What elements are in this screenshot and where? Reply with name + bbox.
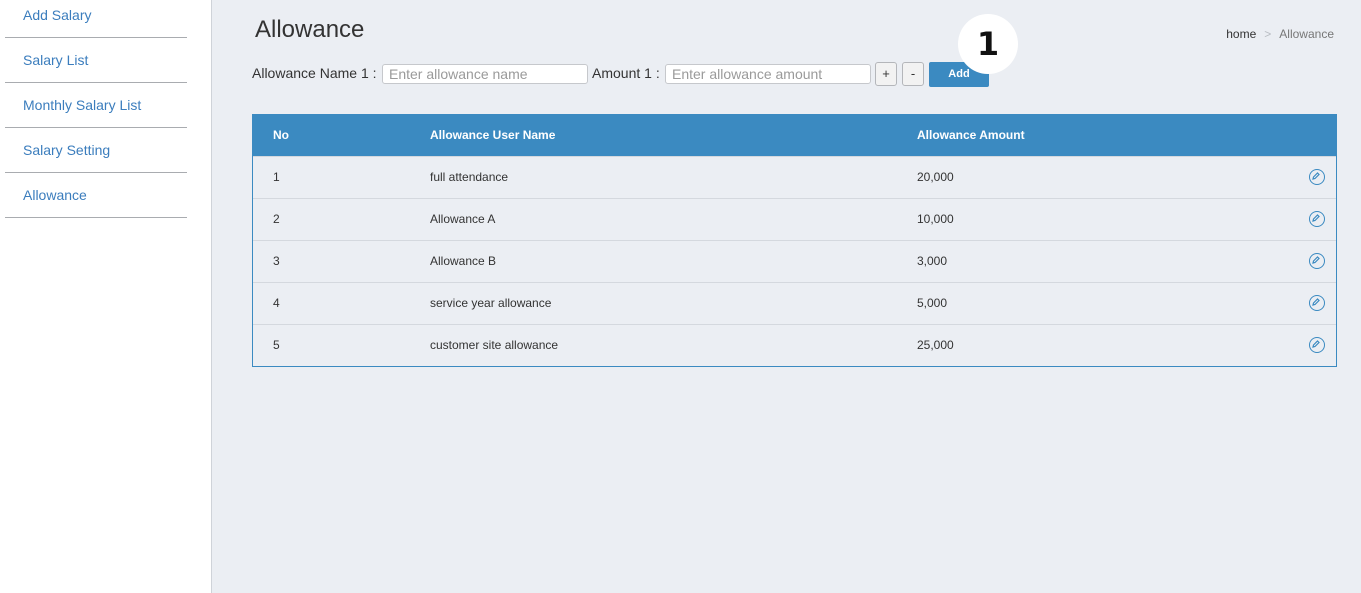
sidebar-item-label: Add Salary (23, 7, 92, 23)
page-title: Allowance (255, 16, 365, 43)
cell-amount: 5,000 (917, 296, 948, 310)
column-header-amount: Allowance Amount (917, 128, 1025, 142)
sidebar-item-salary-list[interactable]: Salary List (5, 38, 187, 83)
table-row: 4 service year allowance 5,000 (253, 282, 1336, 324)
cell-no: 2 (273, 212, 280, 226)
step-marker-badge: 1 (958, 14, 1018, 74)
pencil-edit-icon[interactable] (1309, 295, 1325, 311)
cell-no: 1 (273, 170, 280, 184)
table-row: 1 full attendance 20,000 (253, 156, 1336, 198)
cell-amount: 10,000 (917, 212, 954, 226)
sidebar-item-add-salary[interactable]: Add Salary (5, 0, 187, 38)
cell-no: 4 (273, 296, 280, 310)
table-row: 2 Allowance A 10,000 (253, 198, 1336, 240)
cell-amount: 3,000 (917, 254, 948, 268)
cell-amount: 25,000 (917, 338, 954, 352)
pencil-edit-icon[interactable] (1309, 211, 1325, 227)
sidebar-item-label: Salary List (23, 52, 89, 68)
main-content: Allowance home > Allowance Allowance Name … (213, 0, 1361, 593)
column-header-name: Allowance User Name (430, 128, 556, 142)
sidebar-item-label: Salary Setting (23, 142, 111, 158)
cell-name: Allowance B (430, 254, 497, 268)
allowance-table: No Allowance User Name Allowance Amount … (252, 114, 1337, 367)
sidebar-item-monthly-salary-list[interactable]: Monthly Salary List (5, 83, 187, 128)
table-row: 5 customer site allowance 25,000 (253, 324, 1336, 366)
sidebar: Add Salary Salary List Monthly Salary Li… (0, 0, 212, 593)
amount-label: Amount 1 : (592, 65, 660, 81)
sidebar-item-salary-setting[interactable]: Salary Setting (5, 128, 187, 173)
sidebar-item-allowance[interactable]: Allowance (5, 173, 187, 218)
allowance-name-input[interactable] (382, 64, 588, 84)
cell-amount: 20,000 (917, 170, 954, 184)
sidebar-item-label: Allowance (23, 187, 87, 203)
column-header-no: No (273, 128, 289, 142)
cell-name: Allowance A (430, 212, 496, 226)
cell-no: 5 (273, 338, 280, 352)
add-row-button[interactable]: + (875, 62, 897, 86)
cell-no: 3 (273, 254, 280, 268)
allowance-amount-input[interactable] (665, 64, 871, 84)
pencil-edit-icon[interactable] (1309, 169, 1325, 185)
pencil-edit-icon[interactable] (1309, 253, 1325, 269)
sidebar-item-label: Monthly Salary List (23, 97, 142, 113)
cell-name: customer site allowance (430, 338, 559, 352)
table-row: 3 Allowance B 3,000 (253, 240, 1336, 282)
breadcrumb-separator: > (1264, 27, 1272, 41)
breadcrumb: home > Allowance (1226, 27, 1334, 41)
cell-name: service year allowance (430, 296, 552, 310)
remove-row-button[interactable]: - (902, 62, 924, 86)
breadcrumb-home-link[interactable]: home (1226, 27, 1256, 41)
breadcrumb-current: Allowance (1279, 27, 1334, 41)
table-header: No Allowance User Name Allowance Amount (253, 115, 1336, 156)
cell-name: full attendance (430, 170, 509, 184)
pencil-edit-icon[interactable] (1309, 337, 1325, 353)
allowance-name-label: Allowance Name 1 : (252, 65, 377, 81)
